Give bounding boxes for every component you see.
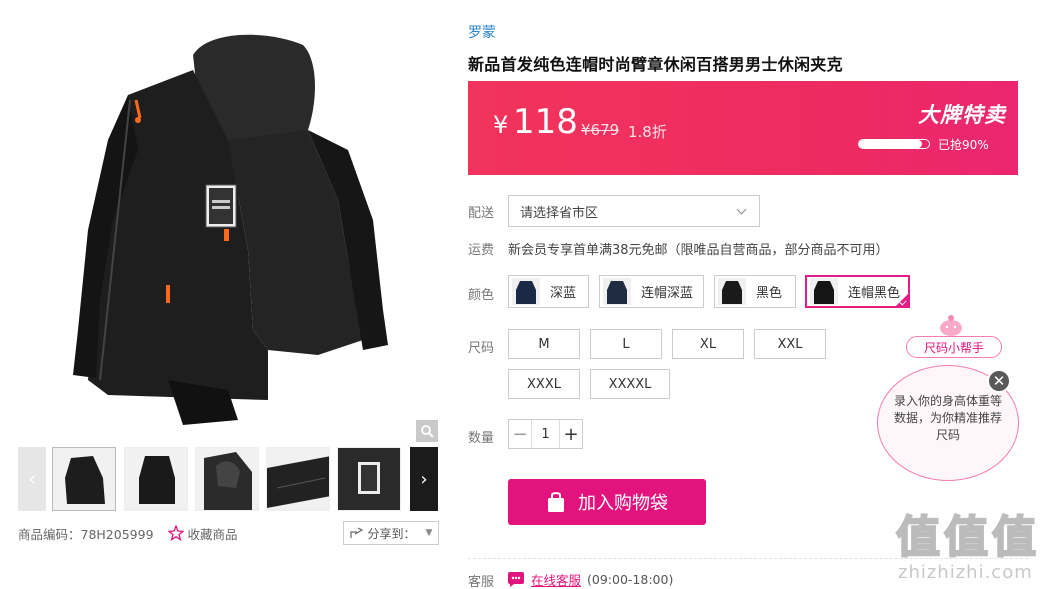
- thumb-prev-button[interactable]: ‹: [18, 447, 46, 511]
- thumbnail-1[interactable]: [52, 447, 116, 511]
- jacket-image: [73, 34, 388, 425]
- product-title: 新品首发纯色连帽时尚臂章休闲百搭男男士休闲夹克: [468, 55, 843, 74]
- jacket-thumb-icon: [607, 281, 627, 304]
- chat-icon: [508, 571, 524, 587]
- thumbnail-3[interactable]: [195, 447, 259, 511]
- watermark-char: 值: [895, 511, 941, 564]
- online-service-link[interactable]: 在线客服: [531, 570, 581, 589]
- thumb-image: [204, 452, 252, 510]
- add-to-bag-button[interactable]: 加入购物袋: [508, 479, 706, 525]
- color-option-label: 深蓝: [550, 286, 577, 301]
- size-helper-text: 录入你的身高体重等数据，为你精准推荐尺码: [893, 394, 1002, 442]
- share-label: 分享到：: [367, 526, 416, 541]
- thumbnail-4[interactable]: [266, 447, 330, 511]
- current-price: 118: [513, 102, 578, 142]
- thumb-image: [267, 456, 329, 508]
- star-icon: [167, 525, 184, 541]
- quantity-minus-button[interactable]: −: [509, 420, 531, 448]
- size-option[interactable]: M: [508, 329, 580, 359]
- zoom-button[interactable]: [416, 420, 438, 442]
- region-select[interactable]: 请选择省市区: [508, 195, 760, 227]
- size-option[interactable]: XXL: [754, 329, 826, 359]
- color-swatch: [512, 278, 540, 305]
- watermark-char: 值: [991, 511, 1037, 564]
- size-option[interactable]: XXXL: [508, 369, 580, 399]
- product-meta-row: 商品编码：78H205999 收藏商品 分享到： ▼: [18, 520, 440, 546]
- price-banner: ¥ 118 ¥679 1.8折 大牌特卖 已抢90%: [468, 81, 1018, 175]
- jacket-thumb-icon: [516, 281, 536, 304]
- quantity-input[interactable]: 1: [531, 420, 560, 448]
- chevron-right-icon: ›: [420, 468, 428, 490]
- brand-link[interactable]: 罗蒙: [468, 22, 496, 42]
- chevron-down-icon: [736, 204, 747, 215]
- service-hours: (09:00-18:00): [587, 572, 674, 587]
- thumb-image: [338, 448, 400, 510]
- discount-label: 1.8折: [628, 123, 667, 141]
- watermark-logo: 值 值 值: [895, 506, 1038, 564]
- size-helper-tag[interactable]: 尺码小帮手: [906, 336, 1002, 358]
- service-label: 客服: [468, 575, 495, 589]
- sku-code: 商品编码：78H205999: [18, 526, 154, 542]
- original-price: ¥679: [581, 121, 620, 139]
- color-swatch: [718, 278, 746, 305]
- watermark-text: zhizhizhi.com: [898, 562, 1033, 583]
- jacket-thumb-icon: [814, 281, 834, 304]
- sold-progress-fill: [859, 140, 922, 148]
- color-option-label: 连帽黑色: [848, 286, 901, 301]
- size-option[interactable]: XL: [672, 329, 744, 359]
- quantity-label: 数量: [468, 431, 495, 446]
- color-swatch: [810, 278, 838, 305]
- quantity-stepper: − 1 +: [508, 419, 583, 449]
- watermark-char: 值: [943, 511, 989, 564]
- color-swatch: [603, 278, 631, 305]
- color-option-4-selected[interactable]: 连帽黑色: [805, 275, 910, 308]
- share-icon: [349, 527, 363, 538]
- thumb-image: [139, 456, 175, 504]
- color-option-1[interactable]: 深蓝: [508, 275, 589, 308]
- color-option-3[interactable]: 黑色: [714, 275, 796, 308]
- thumbnail-2[interactable]: [124, 447, 188, 511]
- color-option-label: 连帽深蓝: [641, 286, 694, 301]
- color-option-label: 黑色: [756, 286, 783, 301]
- add-to-bag-label: 加入购物袋: [578, 493, 668, 514]
- flash-sale-title: 大牌特卖: [918, 103, 1006, 127]
- main-product-image[interactable]: [18, 0, 440, 442]
- sold-progress-text: 已抢90%: [938, 138, 989, 152]
- jacket-thumb-icon: [722, 281, 742, 304]
- thumbnail-5[interactable]: [337, 447, 401, 511]
- thumbnail-strip: ‹ ›: [18, 447, 438, 511]
- delivery-label: 配送: [468, 206, 495, 221]
- mascot-icon: [940, 315, 962, 336]
- shipping-label: 运费: [468, 243, 495, 258]
- share-button[interactable]: 分享到： ▼: [343, 521, 439, 545]
- chevron-left-icon: ‹: [28, 468, 36, 490]
- favorite-button[interactable]: 收藏商品: [167, 524, 238, 543]
- size-option[interactable]: L: [590, 329, 662, 359]
- close-icon[interactable]: ✕: [987, 369, 1011, 393]
- thumb-next-button[interactable]: ›: [410, 447, 438, 511]
- shipping-info: 新会员专享首单满38元免邮（限唯品自营商品，部分商品不可用）: [508, 243, 889, 258]
- shopping-bag-icon: [548, 492, 564, 512]
- magnifier-icon: [421, 425, 434, 438]
- size-option[interactable]: XXXXL: [590, 369, 670, 399]
- region-select-value: 请选择省市区: [520, 205, 599, 221]
- caret-down-icon: ▼: [425, 528, 433, 538]
- thumb-image: [65, 456, 105, 504]
- quantity-plus-button[interactable]: +: [560, 420, 582, 448]
- color-option-2[interactable]: 连帽深蓝: [599, 275, 704, 308]
- favorite-label: 收藏商品: [187, 526, 238, 542]
- online-service: 在线客服 (09:00-18:00): [507, 570, 673, 589]
- price-currency: ¥: [493, 111, 509, 139]
- size-label: 尺码: [468, 341, 495, 356]
- sold-progress-bar: [858, 139, 930, 149]
- color-label: 颜色: [468, 288, 495, 303]
